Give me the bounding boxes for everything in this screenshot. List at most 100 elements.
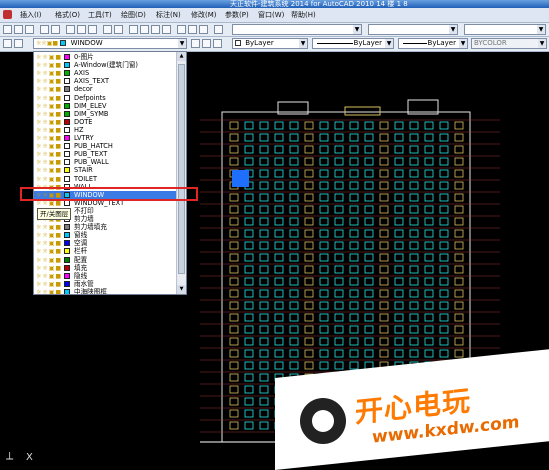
layer-state-icon[interactable]: ☼☼▣■ (36, 273, 62, 281)
layer-state-icon[interactable]: ☼☼▣■ (36, 248, 62, 256)
layer-state-icon[interactable]: ☼☼▣■ (36, 70, 62, 78)
style-combo[interactable]: ▼ (232, 24, 362, 35)
layer-state-icon[interactable]: ☼☼▣■ (36, 281, 62, 289)
layer-item[interactable]: ☼☼▣■ PUB_WALL (34, 158, 177, 166)
layer-item[interactable]: ☼☼▣■ 填充 (34, 264, 177, 272)
layer-manager-icon[interactable] (3, 39, 12, 48)
layer-item[interactable]: ☼☼▣■ Defpoints (34, 94, 177, 102)
layer-item[interactable]: ☼☼▣■ 栏杆 (34, 247, 177, 255)
preview-icon[interactable] (51, 25, 60, 34)
layer-item[interactable]: ☼☼▣■ HZ (34, 126, 177, 134)
layer-state-icon[interactable]: ☼☼▣■ (36, 151, 62, 159)
layer-state-icon[interactable]: ☼☼▣■ (36, 257, 62, 265)
lineweight-combo[interactable]: ByLayer ▼ (398, 38, 468, 49)
menu-format[interactable]: 格式(O) (55, 10, 80, 20)
layer-item[interactable]: ☼☼▣■ STAIR (34, 166, 177, 174)
menu-params[interactable]: 参数(P) (225, 10, 249, 20)
zoom-window-icon[interactable] (151, 25, 160, 34)
layer-state-icon[interactable]: ☼☼▣■ (36, 232, 62, 240)
pan-icon[interactable] (129, 25, 138, 34)
layer-state-icon[interactable]: ☼☼▣■ (36, 103, 62, 111)
layer-item[interactable]: ☼☼▣■ 剪力墙填充 (34, 223, 177, 231)
layer-state-icon[interactable]: ☼☼▣■ (36, 159, 62, 167)
layer-item[interactable]: ☼☼▣■ DOTE (34, 118, 177, 126)
make-current-icon[interactable] (191, 39, 200, 48)
zoom-icon[interactable] (140, 25, 149, 34)
undo-icon[interactable] (103, 25, 112, 34)
chevron-down-icon[interactable]: ▼ (538, 39, 546, 48)
layer-item[interactable]: ☼☼▣■ PUB_HATCH (34, 142, 177, 150)
chevron-down-icon[interactable]: ▼ (299, 39, 307, 48)
layer-item[interactable]: ☼☼▣■ decor (34, 85, 177, 93)
scroll-thumb[interactable] (178, 64, 185, 274)
menu-insert[interactable]: 插入(I) (20, 10, 42, 20)
layer-item[interactable]: ☼☼▣■ 雨水管 (34, 280, 177, 288)
layer-state-icon[interactable]: ☼☼▣■ (36, 224, 62, 232)
redo-icon[interactable] (114, 25, 123, 34)
zoom-previous-icon[interactable] (162, 25, 171, 34)
copy-icon[interactable] (77, 25, 86, 34)
layer-state-icon[interactable]: ☼☼▣■ (36, 119, 62, 127)
print-icon[interactable] (40, 25, 49, 34)
layer-state-icon[interactable]: ☼☼▣■ (36, 176, 62, 184)
layer-item[interactable]: ☼☼▣■ DIM_ELEV (34, 102, 177, 110)
tablestyle-combo[interactable]: ▼ (464, 24, 546, 35)
selection-grip[interactable] (232, 170, 249, 187)
chevron-down-icon[interactable]: ▼ (178, 39, 186, 48)
menu-modify[interactable]: 修改(M) (191, 10, 217, 20)
layer-item[interactable]: ☼☼▣■ AXIS_TEXT (34, 77, 177, 85)
menu-draw[interactable]: 绘图(D) (121, 10, 146, 20)
properties-icon[interactable] (177, 25, 186, 34)
layer-combo[interactable]: ☼☼▣■ WINDOW ▼ (33, 38, 187, 49)
layer-item[interactable]: ☼☼▣■ DIM_SYMB (34, 110, 177, 118)
layer-state-icon[interactable]: ☼☼▣■ (36, 78, 62, 86)
layer-item[interactable]: ☼☼▣■ 0-图片 (34, 53, 177, 61)
layer-state-icon[interactable]: ☼☼▣■ (36, 289, 62, 294)
chevron-down-icon[interactable]: ▼ (385, 39, 393, 48)
scroll-down-icon[interactable]: ▼ (177, 285, 186, 294)
layer-previous-icon[interactable] (202, 39, 211, 48)
menu-window[interactable]: 窗口(W) (258, 10, 284, 20)
design-center-icon[interactable] (188, 25, 197, 34)
tool-palette-icon[interactable] (199, 25, 208, 34)
layer-item[interactable]: ☼☼▣■ AXIS (34, 69, 177, 77)
layer-state-icon[interactable]: ☼☼▣■ (36, 54, 62, 62)
dimstyle-combo[interactable]: ▼ (368, 24, 458, 35)
layer-dropdown-list[interactable]: ☼☼▣■ 中海陕图框 ☼☼▣■ 雨水管 ☼☼▣■ 隐线 ☼☼▣■ 填充 ☼☼▣■ 配置 ☼☼▣■ 栏杆… (33, 51, 187, 295)
layer-item[interactable]: ☼☼▣■ 窗线 (34, 231, 177, 239)
layer-state-icon[interactable]: ☼☼▣■ (36, 95, 62, 103)
layer-state-icon[interactable]: ☼☼▣■ (36, 265, 62, 273)
color-combo[interactable]: ByLayer ▼ (232, 38, 308, 49)
layer-state-icon[interactable]: ☼☼▣■ (36, 143, 62, 151)
dropdown-scrollbar[interactable]: ▲ ▼ (176, 52, 186, 294)
layer-item[interactable]: ☼☼▣■ TOILET (34, 175, 177, 183)
layer-state-icon[interactable]: ☼☼▣■ (36, 127, 62, 135)
new-file-icon[interactable] (3, 25, 12, 34)
plotstyle-combo[interactable]: BYCOLOR ▼ (471, 38, 547, 49)
menu-dimension[interactable]: 标注(N) (156, 10, 181, 20)
app-menu-icon[interactable] (3, 10, 12, 19)
paste-icon[interactable] (88, 25, 97, 34)
layer-item[interactable]: ☼☼▣■ 配置 (34, 256, 177, 264)
layer-item[interactable]: ☼☼▣■ LVTRY (34, 134, 177, 142)
layer-item[interactable]: ☼☼▣■ PUB_TEXT (34, 150, 177, 158)
layer-state-icon[interactable] (14, 39, 23, 48)
menu-tools[interactable]: 工具(T) (88, 10, 112, 20)
layer-state-icon[interactable]: ☼☼▣■ (36, 111, 62, 119)
chevron-down-icon[interactable]: ▼ (459, 39, 467, 48)
layer-state-icon[interactable]: ☼☼▣■ (36, 167, 62, 175)
layer-state-icon[interactable]: ☼☼▣■ (36, 62, 62, 70)
scroll-up-icon[interactable]: ▲ (177, 52, 186, 61)
help-icon[interactable] (214, 25, 223, 34)
open-file-icon[interactable] (14, 25, 23, 34)
linetype-combo[interactable]: ByLayer ▼ (312, 38, 394, 49)
layer-item[interactable]: ☼☼▣■ 隐线 (34, 272, 177, 280)
layer-item[interactable]: ☼☼▣■ 空调 (34, 239, 177, 247)
layer-isolate-icon[interactable] (213, 39, 222, 48)
cut-icon[interactable] (66, 25, 75, 34)
layer-state-icon[interactable]: ☼☼▣■ (36, 240, 62, 248)
layer-item[interactable]: ☼☼▣■ A-Window(建筑门窗) (34, 61, 177, 69)
layer-state-icon[interactable]: ☼☼▣■ (36, 135, 62, 143)
menu-help[interactable]: 帮助(H) (291, 10, 316, 20)
layer-item[interactable]: ☼☼▣■ 中海陕图框 (34, 288, 177, 294)
